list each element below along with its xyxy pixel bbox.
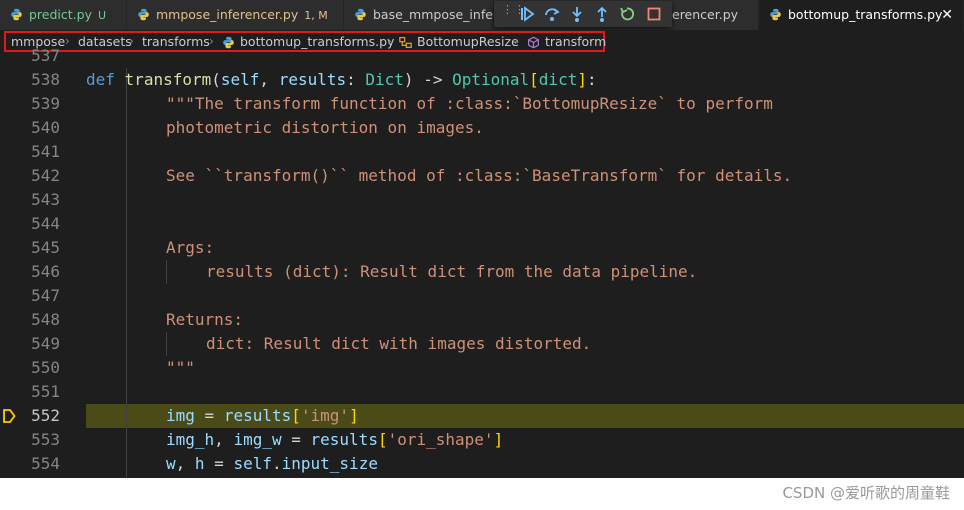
tab-bar: predict.py U mmpose_inferencer.py 1, M bas… bbox=[0, 0, 964, 30]
code-line: 554 w, h = self.input_size bbox=[0, 452, 964, 476]
code-line: 541 bbox=[0, 140, 964, 164]
line-number: 554 bbox=[31, 454, 60, 473]
code-text: def transform(self, results: Dict) -> Op… bbox=[86, 70, 597, 89]
code-line: 544 bbox=[0, 212, 964, 236]
line-number: 549 bbox=[31, 334, 60, 353]
code-line: 549 dict: Result dict with images distor… bbox=[0, 332, 964, 356]
stop-icon[interactable] bbox=[645, 5, 663, 23]
tab-base-mmpose-inferencer[interactable]: base_mmpose_infer bbox=[344, 0, 494, 30]
tab-status-badge: U bbox=[97, 9, 107, 22]
line-number: 538 bbox=[31, 70, 60, 89]
watermark: CSDN @爱听歌的周童鞋 bbox=[782, 484, 950, 502]
step-into-icon[interactable] bbox=[568, 5, 586, 23]
line-number: 553 bbox=[31, 430, 60, 449]
line-number: 547 bbox=[31, 286, 60, 305]
code-line: 553 img_h, img_w = results['ori_shape'] bbox=[0, 428, 964, 452]
tab-label: base_mmpose_infer bbox=[373, 7, 494, 22]
code-line: 547 bbox=[0, 284, 964, 308]
code-text: results (dict): Result dict from the dat… bbox=[206, 262, 698, 281]
line-number: 541 bbox=[31, 142, 60, 161]
code-text: img_h, img_w = results['ori_shape'] bbox=[166, 430, 504, 449]
line-number: 539 bbox=[31, 94, 60, 113]
code-text: Returns: bbox=[166, 310, 244, 329]
close-icon[interactable]: ✕ bbox=[941, 0, 953, 30]
code-text: img = results['img'] bbox=[166, 406, 359, 425]
tab-label: mmpose_inferencer.py bbox=[156, 7, 299, 22]
code-line: 537 bbox=[0, 44, 964, 68]
python-file-icon bbox=[355, 8, 366, 21]
code-line: 543 bbox=[0, 188, 964, 212]
code-area[interactable]: 537 538 def transform(self, results: Dic… bbox=[0, 46, 964, 478]
code-editor: predict.py U mmpose_inferencer.py 1, M bas… bbox=[0, 0, 964, 478]
python-file-icon bbox=[770, 8, 781, 21]
python-file-icon bbox=[138, 8, 149, 21]
code-text: photometric distortion on images. bbox=[166, 118, 484, 137]
step-over-icon[interactable] bbox=[543, 5, 561, 23]
line-number: 544 bbox=[31, 214, 60, 233]
code-line: 550 """ bbox=[0, 356, 964, 380]
tab-predict[interactable]: predict.py U bbox=[0, 0, 127, 30]
line-number: 548 bbox=[31, 310, 60, 329]
step-out-icon[interactable] bbox=[593, 5, 611, 23]
restart-icon[interactable] bbox=[618, 5, 636, 23]
line-number: 552 bbox=[31, 406, 60, 425]
code-line: 551 bbox=[0, 380, 964, 404]
code-line: 546 results (dict): Result dict from the… bbox=[0, 260, 964, 284]
tab-label: bottomup_transforms.py bbox=[788, 7, 943, 22]
code-line: 548 Returns: bbox=[0, 308, 964, 332]
line-number: 550 bbox=[31, 358, 60, 377]
code-line: 545 Args: bbox=[0, 236, 964, 260]
tab-label: erencer.py bbox=[672, 7, 739, 22]
code-text: """ bbox=[166, 358, 195, 377]
code-line-current: 552 img = results['img'] bbox=[0, 404, 964, 428]
tab-status-badge: 1, M bbox=[304, 9, 328, 22]
code-line: 538 def transform(self, results: Dict) -… bbox=[0, 68, 964, 92]
code-line: 542 See ``transform()`` method of :class… bbox=[0, 164, 964, 188]
tab-bottomup-transforms[interactable]: bottomup_transforms.py ✕ bbox=[759, 0, 964, 30]
code-text: See ``transform()`` method of :class:`Ba… bbox=[166, 166, 793, 185]
line-number: 540 bbox=[31, 118, 60, 137]
code-text: """The transform function of :class:`Bot… bbox=[166, 94, 773, 113]
line-number: 545 bbox=[31, 238, 60, 257]
tab-mmpose-inferencer[interactable]: mmpose_inferencer.py 1, M bbox=[127, 0, 344, 30]
tab-label: predict.py bbox=[29, 7, 92, 22]
debug-toolbar: ⋮⋮ bbox=[494, 1, 672, 27]
line-number: 551 bbox=[31, 382, 60, 401]
continue-icon[interactable] bbox=[518, 5, 536, 23]
code-line: 539 """The transform function of :class:… bbox=[0, 92, 964, 116]
python-file-icon bbox=[11, 8, 22, 21]
line-number: 543 bbox=[31, 190, 60, 209]
code-text: w, h = self.input_size bbox=[166, 454, 378, 473]
code-line: 540 photometric distortion on images. bbox=[0, 116, 964, 140]
code-text: dict: Result dict with images distorted. bbox=[206, 334, 592, 353]
code-text: Args: bbox=[166, 238, 215, 257]
line-number: 537 bbox=[31, 46, 60, 65]
line-number: 542 bbox=[31, 166, 60, 185]
line-number: 546 bbox=[31, 262, 60, 281]
